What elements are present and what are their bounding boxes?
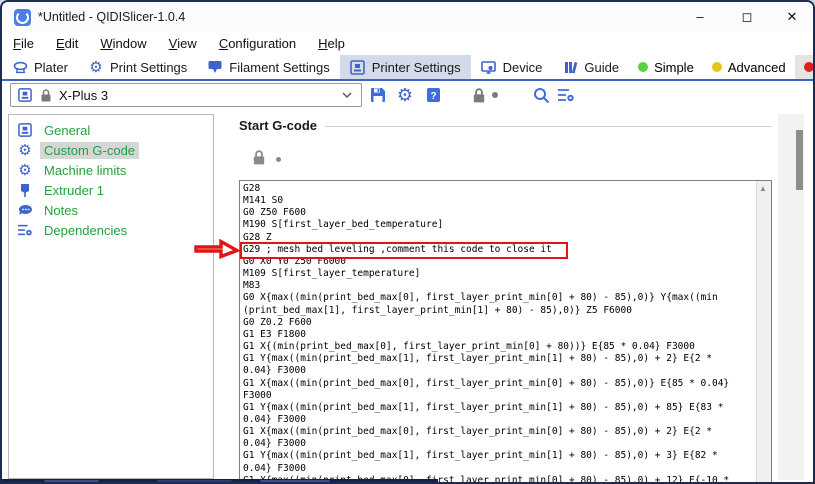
sidebar-item-label: Extruder 1	[40, 182, 108, 199]
guide-icon	[562, 59, 578, 75]
tab-label: Printer Settings	[372, 60, 461, 75]
maximize-button[interactable]: ◻	[725, 2, 769, 31]
menu-bar: File Edit Window View Configuration Help	[2, 32, 813, 55]
lock-settings-toggle[interactable]	[468, 84, 490, 106]
start-gcode-textarea[interactable]: G28 M141 S0 G0 Z50 F600 M190 S[first_lay…	[239, 180, 772, 484]
menu-help[interactable]: Help	[307, 32, 356, 55]
search-settings-icon	[557, 87, 575, 103]
title-bar: *Untitled - QIDISlicer-1.0.4 – ◻ ✕	[2, 2, 813, 32]
advanced-dot-icon	[712, 62, 722, 72]
page-scrollbar[interactable]	[778, 114, 804, 480]
gear-icon: ⚙	[88, 59, 104, 75]
search-icon	[533, 87, 550, 104]
window-title: *Untitled - QIDISlicer-1.0.4	[38, 10, 185, 24]
tab-bar: Plater ⚙ Print Settings Filament Setting…	[2, 55, 813, 81]
minimize-button[interactable]: –	[678, 2, 722, 31]
mode-label: Simple	[654, 60, 694, 75]
annotation-arrow-icon	[194, 239, 240, 262]
preset-value: X-Plus 3	[59, 88, 108, 103]
sidebar-item-dependencies[interactable]: Dependencies	[9, 220, 213, 240]
taskbar-strip	[2, 479, 438, 484]
tab-printer-settings[interactable]: Printer Settings	[340, 55, 471, 79]
plater-icon	[12, 59, 28, 75]
printer-preset-select[interactable]: X-Plus 3	[10, 83, 362, 107]
dot-icon	[276, 157, 281, 162]
search-button[interactable]	[530, 84, 552, 106]
tab-device[interactable]: Device	[471, 55, 553, 79]
tab-label: Print Settings	[110, 60, 187, 75]
tab-print-settings[interactable]: ⚙ Print Settings	[78, 55, 197, 79]
notes-icon	[17, 202, 33, 218]
mode-simple[interactable]: Simple	[629, 55, 703, 79]
printer-icon	[17, 122, 33, 138]
help-book-icon: ?	[426, 87, 441, 103]
filament-icon	[207, 59, 223, 75]
app-logo-icon	[14, 9, 31, 26]
menu-configuration[interactable]: Configuration	[208, 32, 307, 55]
printer-icon	[350, 59, 366, 75]
scroll-up-arrow-icon[interactable]: ▲	[759, 184, 767, 193]
search-settings-button[interactable]	[555, 84, 577, 106]
gcode-scrollbar[interactable]: ▲	[756, 181, 771, 484]
simple-dot-icon	[638, 62, 648, 72]
tab-filament-settings[interactable]: Filament Settings	[197, 55, 339, 79]
dependencies-icon	[17, 222, 33, 238]
gear-icon: ⚙	[17, 142, 33, 158]
gcode-text: G28 M141 S0 G0 Z50 F600 M190 S[first_lay…	[243, 183, 756, 484]
lock-icon[interactable]	[252, 150, 266, 165]
settings-category-list: General ⚙ Custom G-code ⚙ Machine limits…	[8, 114, 214, 479]
lock-icon	[38, 87, 54, 103]
mode-advanced[interactable]: Advanced	[703, 55, 795, 79]
save-icon	[370, 87, 386, 103]
preset-toolbar: X-Plus 3 ⚙ ?	[2, 81, 813, 110]
sidebar-item-general[interactable]: General	[9, 120, 213, 140]
chevron-down-icon	[339, 87, 355, 103]
section-title: Start G-code	[239, 118, 325, 133]
mode-label: Advanced	[728, 60, 786, 75]
mode-expert[interactable]: Expert	[795, 55, 815, 79]
printer-icon	[17, 87, 33, 103]
gear-icon: ⚙	[17, 162, 33, 178]
tab-label: Filament Settings	[229, 60, 329, 75]
menu-window[interactable]: Window	[89, 32, 157, 55]
menu-view[interactable]: View	[158, 32, 208, 55]
svg-text:?: ?	[430, 91, 436, 102]
highlight-box	[240, 242, 568, 259]
sidebar-item-label: Notes	[40, 202, 82, 219]
save-preset-button[interactable]	[367, 84, 389, 106]
menu-file[interactable]: File	[2, 32, 45, 55]
sidebar-item-label: General	[40, 122, 94, 139]
help-button[interactable]: ?	[422, 84, 444, 106]
sidebar-item-label: Machine limits	[40, 162, 130, 179]
menu-edit[interactable]: Edit	[45, 32, 89, 55]
device-icon	[481, 59, 497, 75]
expert-dot-icon	[804, 62, 814, 72]
edit-preset-button[interactable]: ⚙	[394, 84, 416, 106]
extruder-icon	[17, 182, 33, 198]
tab-label: Plater	[34, 60, 68, 75]
tab-label: Device	[503, 60, 543, 75]
sidebar-item-notes[interactable]: Notes	[9, 200, 213, 220]
sidebar-item-label: Dependencies	[40, 222, 131, 239]
tab-plater[interactable]: Plater	[2, 55, 78, 79]
tab-label: Guide	[584, 60, 619, 75]
sidebar-item-extruder-1[interactable]: Extruder 1	[9, 180, 213, 200]
sidebar-item-custom-gcode[interactable]: ⚙ Custom G-code	[9, 140, 213, 160]
sidebar-item-machine-limits[interactable]: ⚙ Machine limits	[9, 160, 213, 180]
dot-icon	[492, 92, 498, 98]
lock-icon	[472, 88, 486, 103]
sidebar-item-label: Custom G-code	[40, 142, 139, 159]
scrollbar-thumb[interactable]	[796, 130, 803, 190]
tab-guide[interactable]: Guide	[552, 55, 629, 79]
app-window: *Untitled - QIDISlicer-1.0.4 – ◻ ✕ File …	[0, 0, 815, 484]
close-button[interactable]: ✕	[770, 2, 814, 31]
